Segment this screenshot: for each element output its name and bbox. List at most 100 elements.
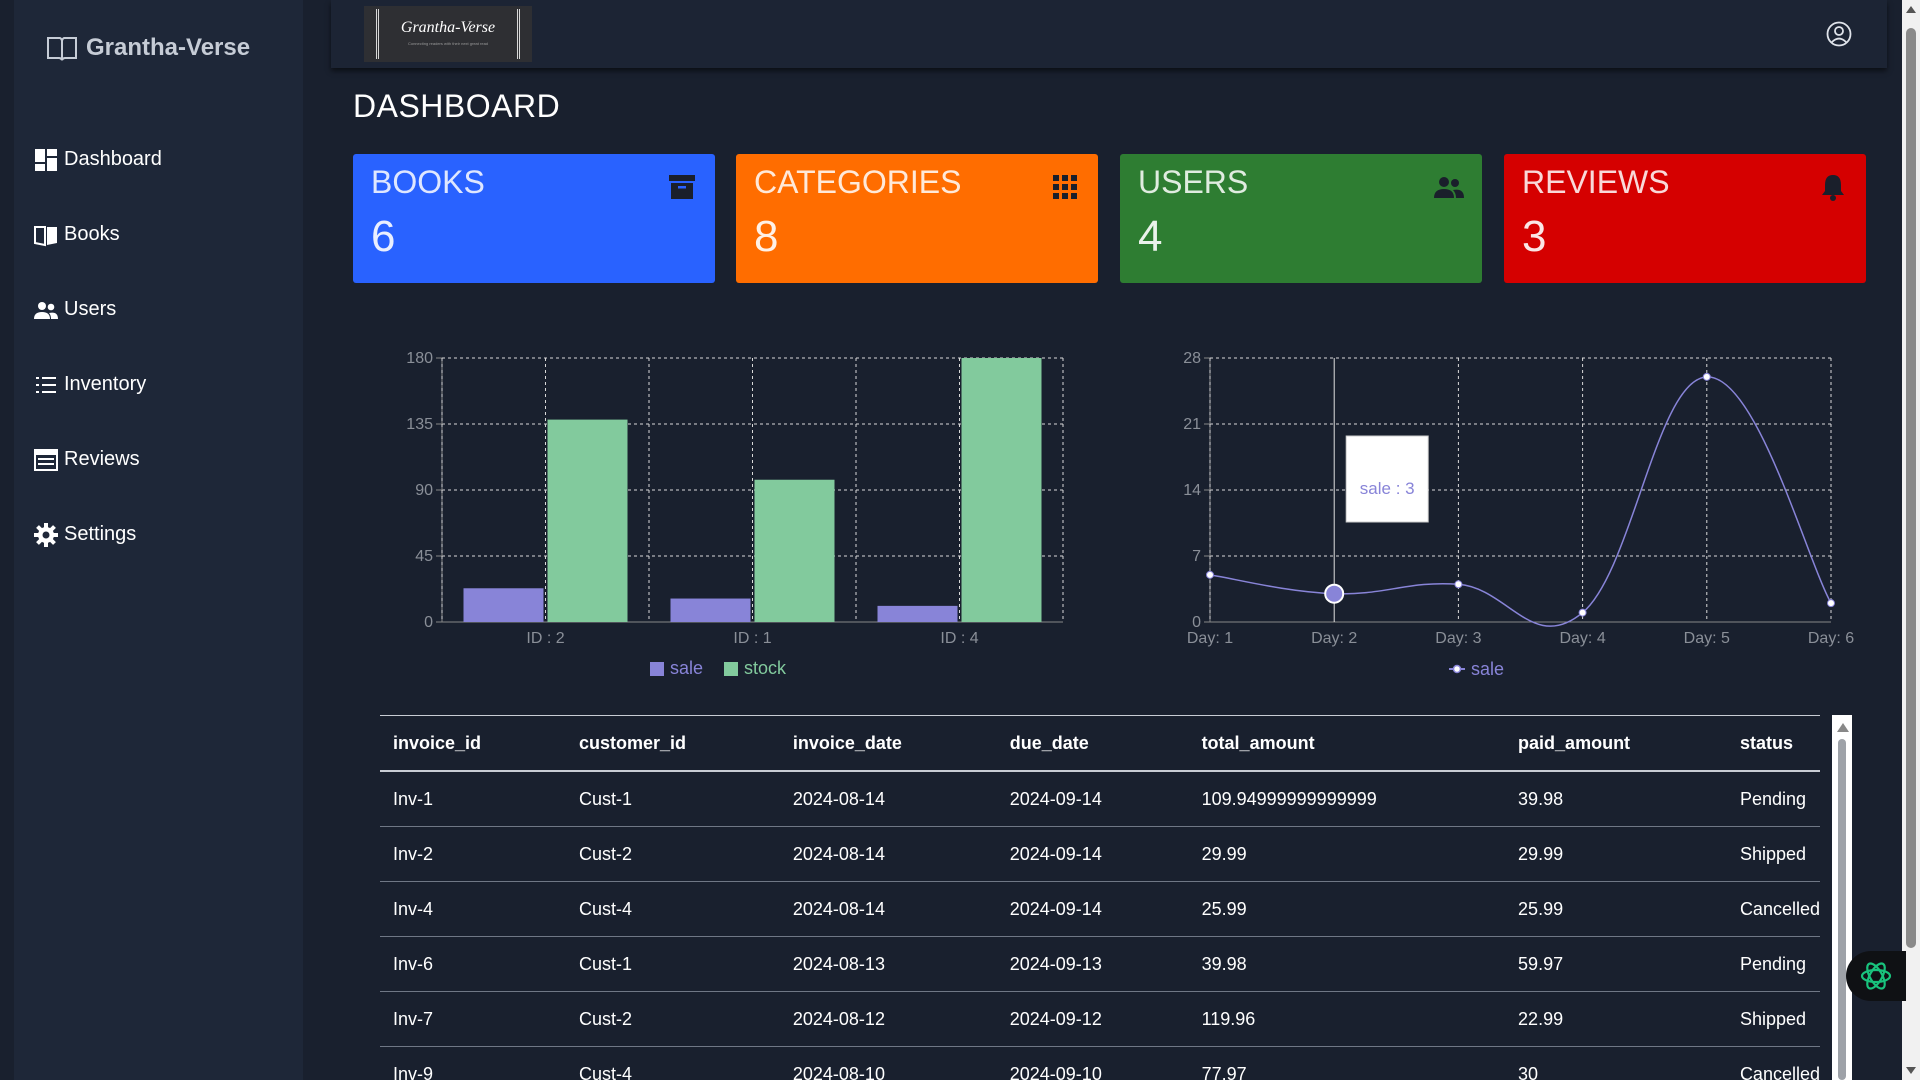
list-icon xyxy=(36,376,56,393)
sidebar-item-label: Users xyxy=(64,298,117,320)
invoice-table: invoice_id customer_id invoice_date due_dat… xyxy=(380,715,1820,1080)
scroll-up-arrow-icon[interactable] xyxy=(1837,723,1849,732)
sidebar-item-inventory[interactable]: Inventory xyxy=(34,347,162,422)
table-row[interactable]: Inv-4 Cust-4 2024-08-14 2024-09-14 25.99 25.9… xyxy=(380,881,1820,937)
cell-invoice-date: 2024-08-14 xyxy=(779,826,997,882)
page-title: DASHBOARD xyxy=(353,88,561,124)
cell-invoice-date: 2024-08-13 xyxy=(779,936,997,992)
users-stat-card[interactable]: USERS 4 xyxy=(1120,154,1482,283)
cell-invoice-id: Inv-1 xyxy=(380,771,566,827)
legend-label: stock xyxy=(744,658,787,678)
users-icon xyxy=(34,301,58,319)
legend-label: sale xyxy=(1471,659,1504,679)
table-header-row: invoice_id customer_id invoice_date due_dat… xyxy=(380,715,1820,772)
bell-icon xyxy=(1822,175,1844,201)
bar-sale xyxy=(463,588,544,622)
stat-value: 4 xyxy=(1138,212,1163,261)
archive-icon xyxy=(669,175,695,199)
table-row[interactable]: Inv-7 Cust-2 2024-08-12 2024-09-12 119.96 22.… xyxy=(380,991,1820,1047)
sidebar-item-label: Inventory xyxy=(64,373,147,395)
table-row[interactable]: Inv-2 Cust-2 2024-08-14 2024-09-14 29.99 29.9… xyxy=(380,826,1820,882)
cell-status: Pending xyxy=(1726,936,1820,992)
stat-label: USERS xyxy=(1138,164,1249,200)
sidebar: Grantha-Verse Dashboard Books Users Inve… xyxy=(14,0,303,1080)
sidebar-item-dashboard[interactable]: Dashboard xyxy=(34,122,162,197)
top-bar: Grantha-Verse Connecting readers with th… xyxy=(331,0,1887,68)
x-tick-label: Day: 4 xyxy=(1559,630,1605,647)
x-tick-label: Day: 1 xyxy=(1187,630,1233,647)
cell-paid-amount: 25.99 xyxy=(1505,881,1727,937)
bar-stock xyxy=(754,479,835,622)
x-tick-label: Day: 5 xyxy=(1684,630,1730,647)
table-row[interactable]: Inv-9 Cust-4 2024-08-10 2024-09-10 77.97 30 Ca… xyxy=(380,1046,1820,1080)
reviews-icon xyxy=(34,448,58,471)
sidebar-item-users[interactable]: Users xyxy=(34,272,162,347)
cell-total-amount: 109.94999999999999 xyxy=(1188,771,1506,827)
users-icon xyxy=(1434,177,1464,198)
stat-value: 8 xyxy=(754,212,779,261)
cell-customer-id: Cust-2 xyxy=(565,826,780,882)
table-scrollbar[interactable] xyxy=(1832,715,1852,1080)
sidebar-item-label: Reviews xyxy=(64,448,140,470)
x-tick-label: Day: 6 xyxy=(1808,630,1854,647)
scrollbar-thumb[interactable] xyxy=(1838,739,1846,1080)
cell-paid-amount: 39.98 xyxy=(1505,771,1727,827)
cell-invoice-id: Inv-6 xyxy=(380,936,566,992)
scroll-down-icon[interactable] xyxy=(1906,1067,1916,1074)
bar-sale xyxy=(670,598,751,622)
cell-paid-amount: 30 xyxy=(1505,1046,1727,1080)
brand-name: Grantha-Verse xyxy=(86,34,251,61)
tooltip-label: sale : 3 xyxy=(1360,479,1415,498)
open-book-icon xyxy=(47,37,77,61)
cell-paid-amount: 59.97 xyxy=(1505,936,1727,992)
cell-total-amount: 29.99 xyxy=(1188,826,1506,882)
cell-invoice-date: 2024-08-14 xyxy=(779,881,997,937)
y-tick-label: 180 xyxy=(406,350,433,367)
y-tick-label: 90 xyxy=(415,482,433,499)
cell-due-date: 2024-09-10 xyxy=(996,1046,1189,1080)
cell-paid-amount: 22.99 xyxy=(1505,991,1727,1047)
legend-swatch-sale xyxy=(650,662,664,676)
column-header-paid-amount: paid_amount xyxy=(1505,715,1727,772)
cell-due-date: 2024-09-12 xyxy=(996,991,1189,1047)
column-header-customer-id: customer_id xyxy=(565,715,780,772)
y-tick-label: 45 xyxy=(415,548,433,565)
sidebar-item-label: Dashboard xyxy=(64,148,162,170)
sidebar-item-settings[interactable]: Settings xyxy=(34,497,162,572)
stat-label: CATEGORIES xyxy=(754,164,962,200)
cell-customer-id: Cust-4 xyxy=(565,881,780,937)
account-icon[interactable] xyxy=(1826,21,1852,47)
sidebar-item-reviews[interactable]: Reviews xyxy=(34,422,162,497)
legend-swatch-stock xyxy=(724,662,738,676)
brand[interactable]: Grantha-Verse xyxy=(46,34,250,62)
cell-due-date: 2024-09-14 xyxy=(996,771,1189,827)
books-stat-card[interactable]: BOOKS 6 xyxy=(353,154,715,283)
stat-value: 6 xyxy=(371,212,396,261)
logo[interactable]: Grantha-Verse Connecting readers with th… xyxy=(364,6,532,62)
cell-paid-amount: 29.99 xyxy=(1505,826,1727,882)
y-tick-label: 0 xyxy=(1192,614,1201,631)
cell-customer-id: Cust-1 xyxy=(565,936,780,992)
cell-invoice-date: 2024-08-10 xyxy=(779,1046,997,1080)
column-header-invoice-date: invoice_date xyxy=(779,715,997,772)
scroll-up-icon[interactable] xyxy=(1906,6,1916,13)
cell-invoice-date: 2024-08-12 xyxy=(779,991,997,1047)
legend-marker xyxy=(1452,664,1462,674)
sidebar-item-books[interactable]: Books xyxy=(34,197,162,272)
cell-invoice-id: Inv-7 xyxy=(380,991,566,1047)
x-tick-label: ID : 4 xyxy=(940,630,978,647)
book-icon xyxy=(34,225,57,246)
table-row[interactable]: Inv-1 Cust-1 2024-08-14 2024-09-14 109.94999… xyxy=(380,771,1820,827)
reviews-stat-card[interactable]: REVIEWS 3 xyxy=(1504,154,1866,283)
cell-total-amount: 77.97 xyxy=(1188,1046,1506,1080)
y-tick-label: 7 xyxy=(1192,548,1201,565)
sidebar-nav: Dashboard Books Users Inventory Reviews … xyxy=(34,122,162,572)
categories-stat-card[interactable]: CATEGORIES 8 xyxy=(736,154,1098,283)
y-tick-label: 28 xyxy=(1183,350,1201,367)
scrollbar-thumb[interactable] xyxy=(1906,28,1916,948)
table-row[interactable]: Inv-6 Cust-1 2024-08-13 2024-09-13 39.98 59.9… xyxy=(380,936,1820,992)
page-scrollbar[interactable] xyxy=(1902,0,1920,1080)
x-tick-label: ID : 1 xyxy=(733,630,771,647)
cell-due-date: 2024-09-13 xyxy=(996,936,1189,992)
ai-assistant-button[interactable] xyxy=(1846,951,1906,1001)
